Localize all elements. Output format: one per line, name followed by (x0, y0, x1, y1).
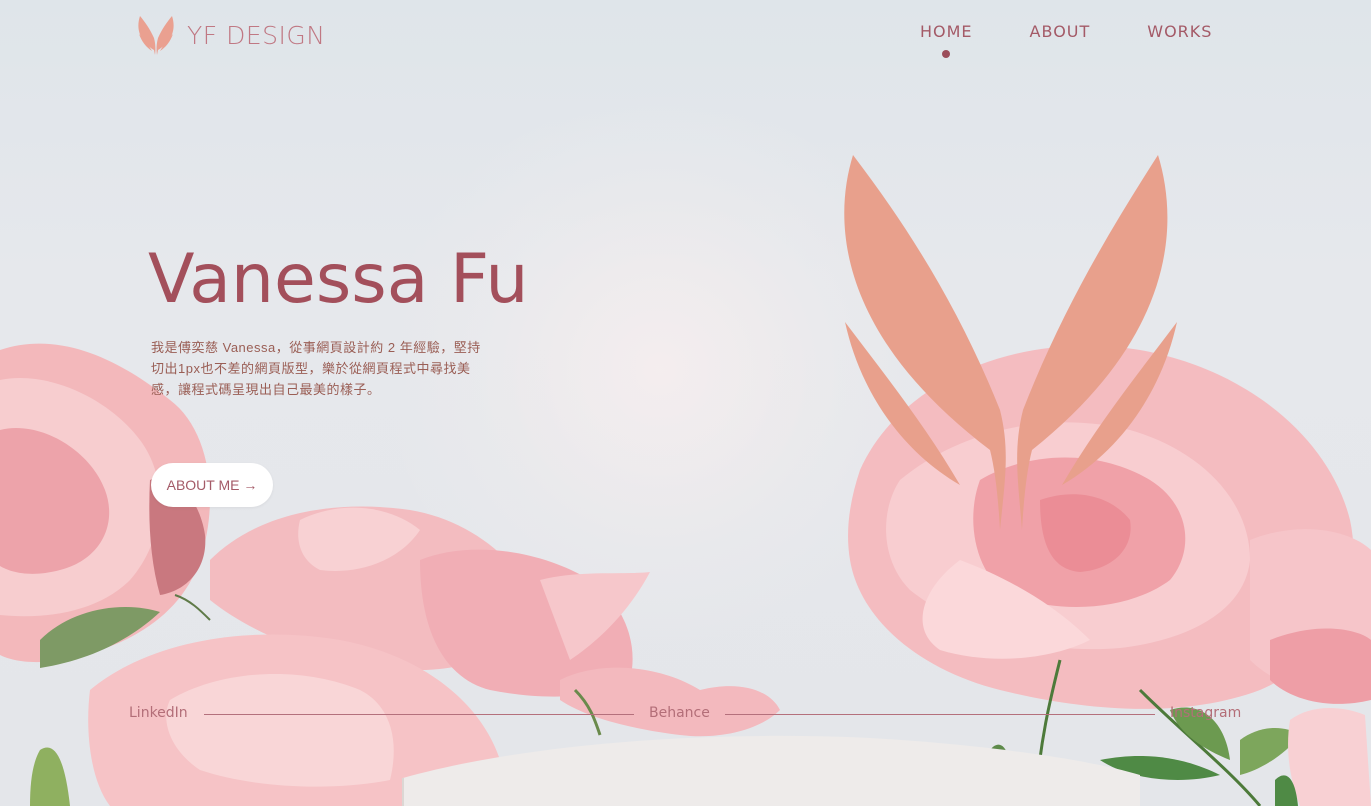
intro-line: 切出1px也不差的網頁版型，樂於從網頁程式中尋找美 (151, 361, 471, 376)
divider-line (204, 714, 634, 715)
about-me-button[interactable]: ABOUT ME → (151, 463, 273, 507)
leaf-wings-icon (138, 16, 174, 55)
active-indicator-dot (942, 50, 951, 58)
intro-paragraph: 我是傅奕慈 Vanessa，從事網頁設計約 2 年經驗，堅持 切出1px也不差的… (151, 337, 496, 400)
pedestal (403, 735, 1140, 806)
brand-leaf-mark-icon (844, 155, 1177, 530)
nav-home-label: HOME (920, 22, 973, 41)
site-header: YF DESIGN HOME ABOUT WORKS (0, 0, 1371, 70)
hero-name: Vanessa Fu (148, 240, 529, 319)
nav-about[interactable]: ABOUT (1030, 22, 1091, 41)
nav-works[interactable]: WORKS (1147, 22, 1212, 41)
nav-about-label: ABOUT (1029, 22, 1091, 41)
nav-works-label: WORKS (1147, 22, 1213, 41)
linkedin-link[interactable]: LinkedIn (129, 705, 188, 721)
behance-link[interactable]: Behance (649, 705, 710, 721)
logo-text: YF DESIGN (187, 20, 326, 50)
instagram-link[interactable]: Instagram (1170, 705, 1241, 721)
intro-line: 我是傅奕慈 Vanessa，從事網頁設計約 2 年經驗，堅持 (151, 340, 481, 355)
logo[interactable]: YF DESIGN (137, 14, 325, 56)
intro-line: 感，讓程式碼呈現出自己最美的樣子。 (151, 382, 381, 397)
divider-line (725, 714, 1155, 715)
nav-home[interactable]: HOME (920, 22, 973, 58)
main-nav: HOME ABOUT WORKS (920, 22, 1212, 58)
